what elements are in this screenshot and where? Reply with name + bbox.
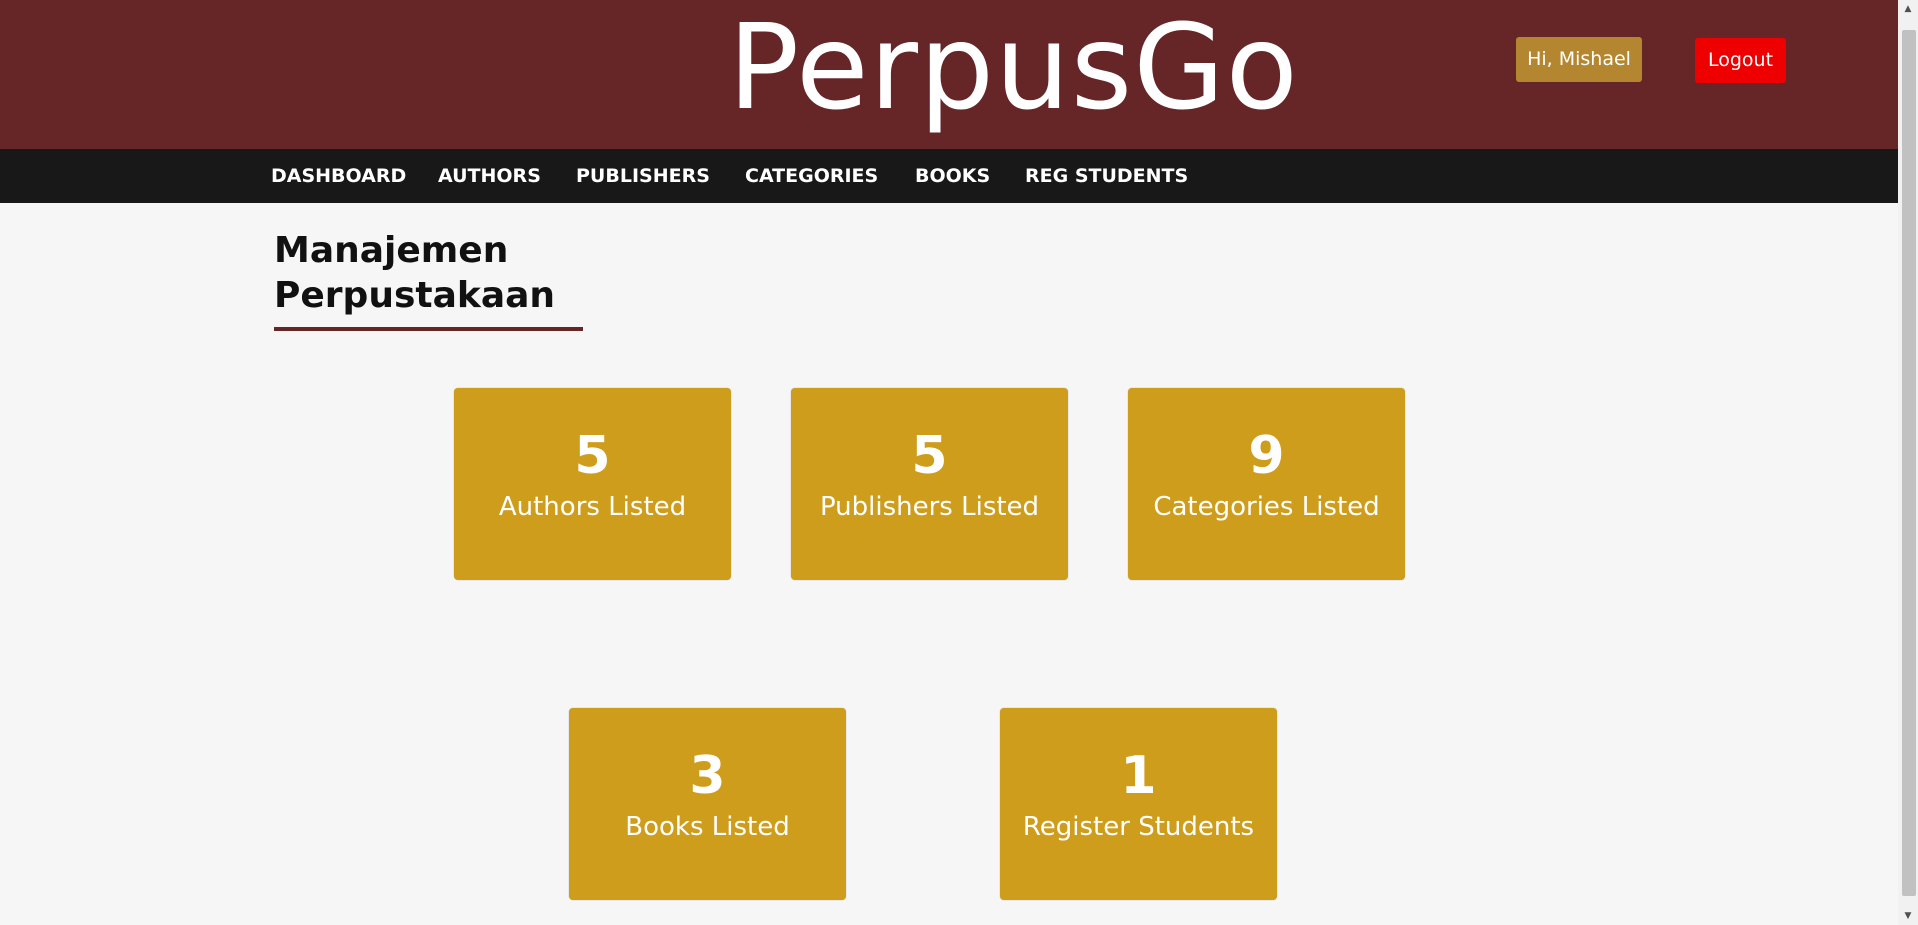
stat-card-value: 5 xyxy=(574,426,611,486)
scroll-up-icon[interactable]: ▲ xyxy=(1898,0,1918,18)
nav-item-reg-students[interactable]: REG STUDENTS xyxy=(1025,149,1188,203)
header: PerpusGo Hi, Mishael Logout xyxy=(0,0,1898,149)
nav-item-publishers[interactable]: PUBLISHERS xyxy=(576,149,710,203)
nav-item-authors[interactable]: AUTHORS xyxy=(438,149,541,203)
stat-card-authors[interactable]: 5 Authors Listed xyxy=(454,388,731,580)
stat-card-publishers[interactable]: 5 Publishers Listed xyxy=(791,388,1068,580)
stat-card-label: Authors Listed xyxy=(498,492,687,522)
nav-item-dashboard[interactable]: DASHBOARD xyxy=(271,149,406,203)
main-nav: DASHBOARD AUTHORS PUBLISHERS CATEGORIES … xyxy=(0,149,1898,203)
page-title-line-2: Perpustakaan xyxy=(274,275,556,316)
site-logo[interactable]: PerpusGo xyxy=(728,0,1298,142)
scrollbar-thumb[interactable] xyxy=(1902,30,1916,896)
stat-card-value: 3 xyxy=(689,746,726,806)
scroll-down-icon[interactable]: ▼ xyxy=(1898,907,1918,925)
stat-card-label: Publishers Listed xyxy=(819,492,1040,522)
stat-card-label: Books Listed xyxy=(625,812,790,842)
stat-card-books[interactable]: 3 Books Listed xyxy=(569,708,846,900)
nav-item-books[interactable]: BOOKS xyxy=(915,149,990,203)
stat-card-value: 1 xyxy=(1120,746,1157,806)
title-underline xyxy=(274,327,583,331)
stat-card-value: 5 xyxy=(911,426,948,486)
page-title-line-1: Manajemen xyxy=(274,230,509,271)
stat-card-label: Categories Listed xyxy=(1153,492,1380,522)
stat-card-categories[interactable]: 9 Categories Listed xyxy=(1128,388,1405,580)
page: PerpusGo Hi, Mishael Logout DASHBOARD AU… xyxy=(0,0,1918,925)
logout-button[interactable]: Logout xyxy=(1695,38,1786,83)
user-greeting-button[interactable]: Hi, Mishael xyxy=(1516,37,1642,82)
stat-card-value: 9 xyxy=(1248,426,1285,486)
page-title: Manajemen Perpustakaan xyxy=(274,228,594,318)
nav-item-categories[interactable]: CATEGORIES xyxy=(745,149,878,203)
stat-card-label: Register Students xyxy=(1022,812,1255,842)
stat-card-register-students[interactable]: 1 Register Students xyxy=(1000,708,1277,900)
